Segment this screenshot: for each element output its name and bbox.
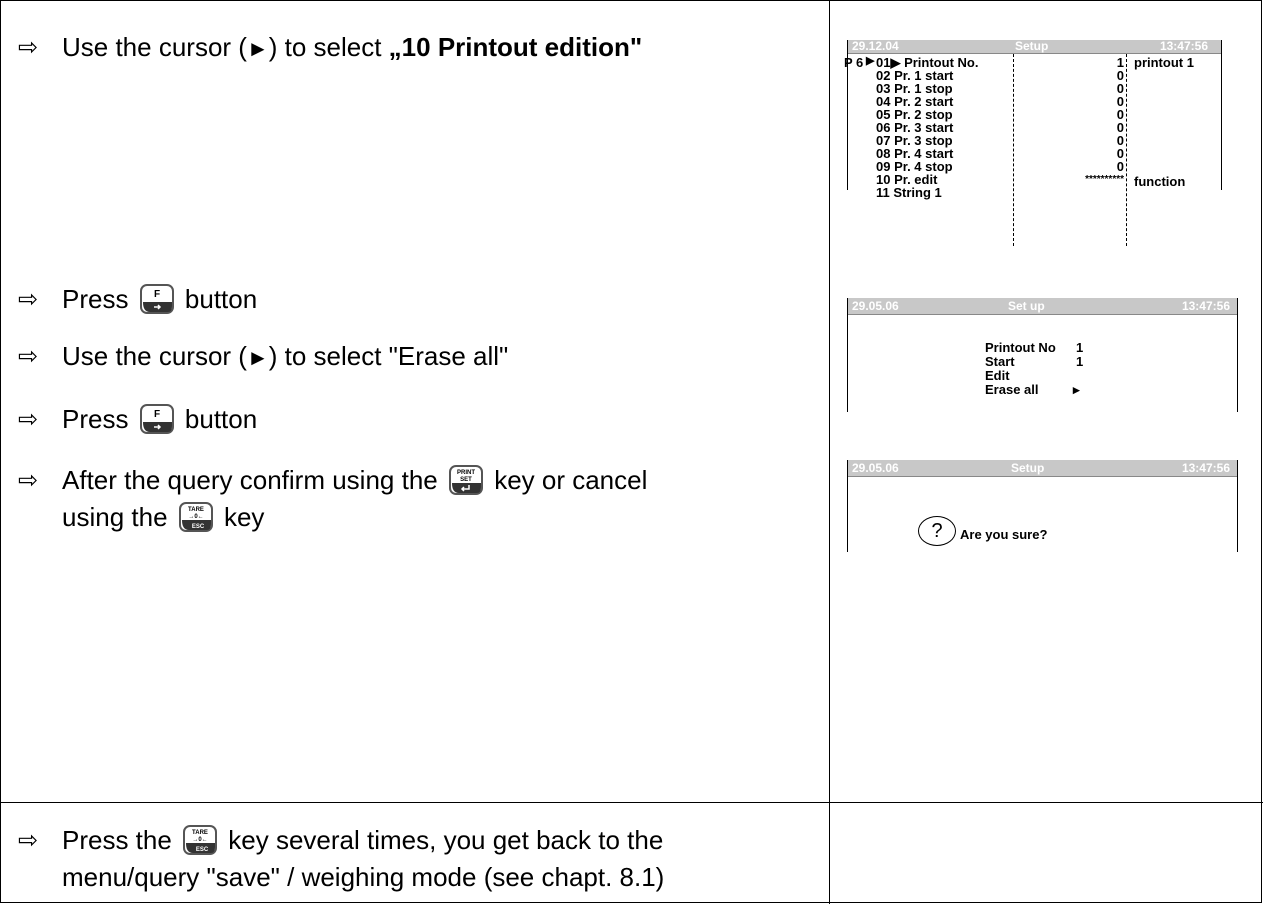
lcd-cursor-icon: ▶	[866, 55, 875, 67]
row-divider	[0, 802, 1263, 803]
f-key-icon: F	[139, 404, 174, 441]
lcd-option-label: Edit	[985, 368, 1010, 383]
svg-text:ESC: ESC	[192, 524, 205, 530]
lcd-dashed-divider	[1126, 54, 1127, 246]
step-confirm-query: ⇨ After the query confirm using the PRIN…	[18, 465, 647, 539]
step-arrow-icon: ⇨	[18, 467, 39, 494]
step-text: After the query confirm using the	[62, 465, 445, 495]
lcd-option-label: Erase all	[985, 382, 1039, 397]
lcd-screen-confirm: 29.05.06 Setup 13:47:56 ? Are you sure?	[844, 460, 1238, 552]
step-arrow-icon: ⇨	[18, 827, 39, 854]
svg-text:PRINT: PRINT	[457, 470, 475, 476]
svg-text:→0←: →0←	[188, 514, 203, 520]
step-text: menu/query "save" / weighing mode (see c…	[62, 862, 665, 892]
step-arrow-icon: ⇨	[18, 343, 39, 370]
menu-item-highlight: „10 Printout edition"	[388, 32, 643, 62]
lcd-title: Setup	[1015, 39, 1049, 53]
cursor-symbol: ►	[246, 36, 269, 61]
step-text: using the	[62, 502, 175, 532]
svg-text:SET: SET	[460, 477, 472, 483]
lcd-left-edge	[847, 460, 848, 552]
step-arrow-icon: ⇨	[18, 406, 39, 433]
lcd-date: 29.05.06	[852, 299, 899, 313]
step-text: ) to select "Erase all"	[268, 341, 509, 371]
lcd-header-bar: 29.05.06 Set up 13:47:56	[848, 298, 1238, 315]
step-arrow-icon: ⇨	[18, 34, 39, 61]
step-text: button	[177, 284, 258, 314]
step-text: Press the	[62, 825, 180, 855]
svg-text:F: F	[154, 289, 160, 300]
lcd-date: 29.05.06	[852, 461, 899, 475]
lcd-row-value: **********	[1085, 174, 1124, 185]
step-press-f-1: ⇨ Press F button	[18, 284, 257, 321]
lcd-time: 13:47:56	[1159, 39, 1208, 53]
step-text: Press	[62, 404, 136, 434]
confirm-question: Are you sure?	[960, 527, 1048, 542]
step-text: key several times, you get back to the	[221, 825, 664, 855]
lcd-row-value: 0	[1116, 159, 1124, 174]
step-return-weighing: ⇨ Press the TARE →0← ESC key several times…	[18, 825, 664, 893]
lcd-header-bar: 29.12.04 Setup 13:47:56	[848, 40, 1222, 54]
svg-text:ESC: ESC	[196, 847, 209, 853]
lcd-row-label: 11 String 1	[876, 185, 942, 200]
svg-text:TARE: TARE	[192, 830, 208, 836]
svg-text:→0←: →0←	[192, 837, 207, 843]
step-text: Press	[62, 284, 136, 314]
lcd-header-bar: 29.05.06 Setup 13:47:56	[848, 460, 1238, 477]
step-text: key	[216, 502, 265, 532]
lcd-cursor-icon: ▸	[1073, 382, 1080, 397]
svg-text:TARE: TARE	[188, 507, 204, 513]
lcd-time: 13:47:56	[1181, 299, 1230, 313]
lcd-dashed-divider	[1013, 54, 1014, 246]
step-text: ) to select	[268, 32, 389, 62]
lcd-option-label: Start	[985, 354, 1015, 369]
lcd-option-value: 1	[1076, 354, 1084, 369]
svg-text:F: F	[154, 409, 160, 420]
lcd-row-extra: printout 1	[1134, 55, 1194, 70]
lcd-option-label: Printout No	[985, 340, 1056, 355]
step-text: Use the cursor (	[62, 32, 247, 62]
lcd-screen-setup-list: 29.12.04 Setup 13:47:56 P 6 ▶ 01▶ Printo…	[844, 40, 1222, 250]
print-set-key-icon: PRINT SET	[448, 465, 483, 502]
f-key-icon: F	[139, 284, 174, 321]
step-select-erase-all: ⇨ Use the cursor (►) to select "Erase al…	[18, 341, 508, 373]
step-text: key or cancel	[486, 465, 648, 495]
lcd-option-value: 1	[1076, 340, 1084, 355]
lcd-right-edge	[1237, 460, 1238, 552]
step-arrow-icon: ⇨	[18, 286, 39, 313]
lcd-title: Set up	[1008, 299, 1045, 313]
step-text: Use the cursor (	[62, 341, 247, 371]
question-icon: ?	[918, 516, 956, 546]
lcd-right-edge	[1237, 298, 1238, 412]
tare-esc-key-icon: TARE →0← ESC	[178, 502, 213, 539]
lcd-screen-printout-edit: 29.05.06 Set up 13:47:56 Printout No 1 Sta…	[844, 298, 1238, 412]
lcd-title: Setup	[1011, 461, 1045, 475]
step-select-printout-edition: ⇨ Use the cursor (►) to select „10 Print…	[18, 32, 642, 64]
cursor-symbol: ►	[246, 345, 269, 370]
lcd-left-edge	[847, 298, 848, 412]
lcd-parameter-group: P 6	[844, 55, 864, 70]
step-press-f-2: ⇨ Press F button	[18, 404, 257, 441]
lcd-date: 29.12.04	[852, 39, 899, 53]
lcd-time: 13:47:56	[1181, 461, 1230, 475]
tare-esc-key-icon: TARE →0← ESC	[183, 825, 218, 862]
lcd-right-edge	[1221, 40, 1222, 190]
column-divider	[829, 0, 830, 904]
step-text: button	[177, 404, 258, 434]
lcd-row-extra: function	[1134, 174, 1186, 189]
